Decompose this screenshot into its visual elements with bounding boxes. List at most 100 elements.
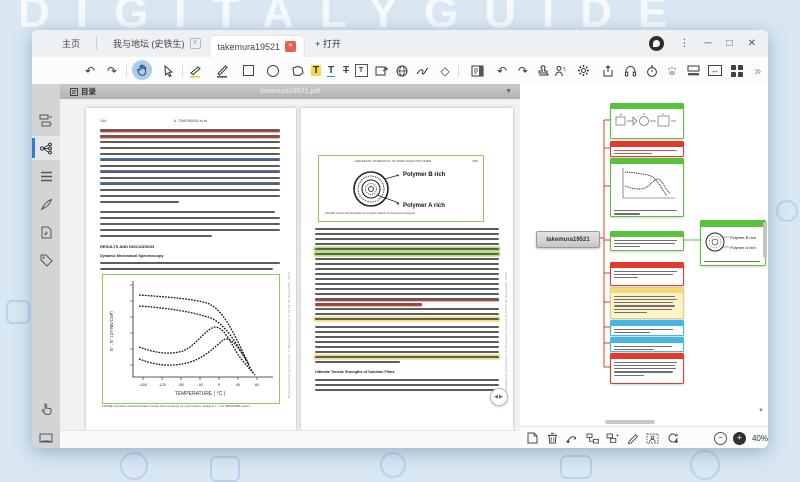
- page-nav-toggle-button[interactable]: ◀▶: [490, 388, 508, 406]
- mindmap-node-text-blue[interactable]: [610, 337, 684, 352]
- redo-icon[interactable]: ↷: [103, 62, 121, 79]
- notification-icon[interactable]: [649, 36, 664, 51]
- running-head: ADHESIVE STRENGTH OF EMULSION POLYMER: [319, 159, 467, 163]
- tab-document-1[interactable]: 我与地坛 (史铁生) ✕: [105, 30, 209, 57]
- read-aloud-icon[interactable]: [621, 62, 639, 79]
- new-node-icon[interactable]: [526, 432, 539, 445]
- mindmap-node-text-green[interactable]: [610, 231, 684, 251]
- delete-node-icon[interactable]: [546, 432, 559, 445]
- section-heading: RESULTS AND DISCUSSION: [100, 244, 154, 249]
- timer-icon[interactable]: [643, 62, 661, 79]
- mindmap-node-note-yellow[interactable]: [610, 287, 684, 319]
- tab-close-icon[interactable]: ✕: [190, 38, 201, 49]
- select-cursor-icon[interactable]: [159, 62, 177, 79]
- image-annotation-icon[interactable]: [372, 62, 390, 79]
- node-header: [701, 221, 765, 227]
- redo-map-icon[interactable]: ↷: [514, 62, 532, 79]
- settings-gear-icon[interactable]: [574, 62, 592, 79]
- mindmap-node-figure-schematic[interactable]: [610, 103, 684, 139]
- app-window: 主页 我与地坛 (史铁生) ✕ takemura19521 ✕ + 打开 ⋮ ─…: [32, 30, 768, 448]
- undo-map-icon[interactable]: ↶: [493, 62, 511, 79]
- tab-close-icon[interactable]: ✕: [285, 41, 296, 52]
- connector-icon[interactable]: [566, 432, 579, 445]
- figure-2-chart: -160 -120 -80 -40 0 40 80 TEMPERATURE ( …: [103, 275, 279, 401]
- node-header: [611, 104, 683, 109]
- edit-style-icon[interactable]: [626, 432, 639, 445]
- annotation-toolbar: ↶ ↷ T T T T ◇: [32, 57, 768, 85]
- sidebar-pointer-icon[interactable]: [32, 396, 60, 420]
- sidebar-outline-icon[interactable]: [32, 108, 60, 132]
- node-text-lines: [611, 237, 683, 251]
- svg-text:40: 40: [236, 382, 241, 387]
- stamp-icon[interactable]: [534, 62, 552, 79]
- chevron-down-icon[interactable]: ▼: [505, 88, 512, 95]
- node-image-chart: [613, 166, 679, 204]
- zoom-out-button[interactable]: −: [714, 432, 727, 445]
- fit-width-icon[interactable]: ↔: [706, 62, 724, 79]
- mindmap-node-text-red[interactable]: [610, 141, 684, 157]
- tab-document-2-active[interactable]: takemura19521 ✕: [209, 35, 306, 58]
- add-child-node-icon[interactable]: [586, 432, 599, 445]
- toolbar-overflow-icon[interactable]: »: [749, 62, 767, 79]
- open-file-button[interactable]: + 打开: [315, 37, 341, 50]
- eraser-icon[interactable]: ◇: [436, 62, 454, 79]
- zoom-level: 40%: [752, 434, 768, 443]
- pen-icon[interactable]: [213, 62, 231, 79]
- maximize-button[interactable]: □: [727, 39, 733, 49]
- mindmap-node-figure-chart[interactable]: [610, 158, 684, 217]
- node-caption-lines: [701, 260, 765, 266]
- menu-icon[interactable]: ⋮: [679, 39, 689, 49]
- zoom-in-button[interactable]: +: [733, 432, 746, 445]
- svg-text:Polymer A rich: Polymer A rich: [730, 245, 756, 250]
- close-button[interactable]: ✕: [748, 39, 756, 49]
- mindmap-node-text-red[interactable]: [610, 353, 684, 384]
- mindmap-root-node[interactable]: takemura19521: [536, 231, 600, 248]
- tab-home[interactable]: 主页: [54, 37, 88, 50]
- desktop-doodle: [776, 200, 798, 222]
- ai-assistant-icon[interactable]: [551, 62, 569, 79]
- sidebar-tag-icon[interactable]: [32, 248, 60, 272]
- signature-icon[interactable]: [414, 62, 432, 79]
- mindmap-vertical-scrollbar[interactable]: [763, 222, 767, 258]
- mindmap-toolbar: − + 40%: [520, 426, 768, 448]
- y-axis-label: E' , E'' (DYNE/CM²): [109, 311, 114, 351]
- paw-icon[interactable]: [663, 62, 681, 79]
- undo-icon[interactable]: ↶: [81, 62, 99, 79]
- polygon-tool-icon[interactable]: [288, 62, 306, 79]
- subsection-heading: Ultimate Tensile Strengths of Solution F…: [315, 370, 394, 374]
- refresh-layout-icon[interactable]: [666, 432, 679, 445]
- rectangle-tool-icon[interactable]: [239, 62, 257, 79]
- web-link-icon[interactable]: [393, 62, 411, 79]
- sidebar-document-icon[interactable]: [32, 220, 60, 244]
- sidebar-list-icon[interactable]: [32, 164, 60, 188]
- mindmap-node-text-blue[interactable]: [610, 320, 684, 336]
- pdf-canvas[interactable]: 144 A. TAKEMURA et al. RESULTS AND DISCU…: [60, 99, 520, 430]
- mindmap-panel[interactable]: takemura19521: [520, 84, 768, 448]
- grid-view-icon[interactable]: [728, 62, 746, 79]
- highlighter-icon[interactable]: [186, 62, 204, 79]
- sidebar-book-icon[interactable]: [32, 426, 60, 448]
- collapse-arrow-icon[interactable]: ▼: [758, 408, 764, 414]
- sibling-node-icon[interactable]: [606, 432, 619, 445]
- text-box-icon[interactable]: T: [352, 62, 370, 79]
- notes-panel-icon[interactable]: [468, 62, 486, 79]
- svg-text:-160: -160: [139, 382, 148, 387]
- ellipse-tool-icon[interactable]: [264, 62, 282, 79]
- sidebar-mindmap-icon[interactable]: [32, 136, 60, 160]
- download-sidenote: Downloaded by [University of Tasmania Li…: [287, 148, 291, 398]
- layout-split-icon[interactable]: [684, 62, 702, 79]
- paragraph-annotated: [315, 228, 499, 323]
- figure-3-annotation-box[interactable]: ADHESIVE STRENGTH OF EMULSION POLYMER 36…: [318, 155, 484, 222]
- screenshot-icon[interactable]: [646, 432, 659, 445]
- minimize-button[interactable]: ─: [704, 39, 711, 49]
- figure-2-annotation-box[interactable]: -160 -120 -80 -40 0 40 80 TEMPERATURE ( …: [102, 274, 280, 404]
- hand-tool-icon[interactable]: [132, 60, 152, 80]
- figure-3-caption: FIGURE 3 Schematic illustration for emul…: [325, 212, 477, 215]
- download-sidenote: Downloaded by [University of Tasmania Li…: [504, 148, 508, 398]
- sidebar-annotation-pen-icon[interactable]: [32, 192, 60, 216]
- share-export-icon[interactable]: [599, 62, 617, 79]
- mindmap-node-figure-polymer[interactable]: Polymer B rich Polymer A rich: [700, 220, 766, 266]
- pdf-page-right: ADHESIVE STRENGTH OF EMULSION POLYMER 36…: [301, 108, 513, 430]
- mindmap-node-text-red[interactable]: [610, 262, 684, 286]
- mindmap-horizontal-scrollbar[interactable]: [605, 420, 655, 424]
